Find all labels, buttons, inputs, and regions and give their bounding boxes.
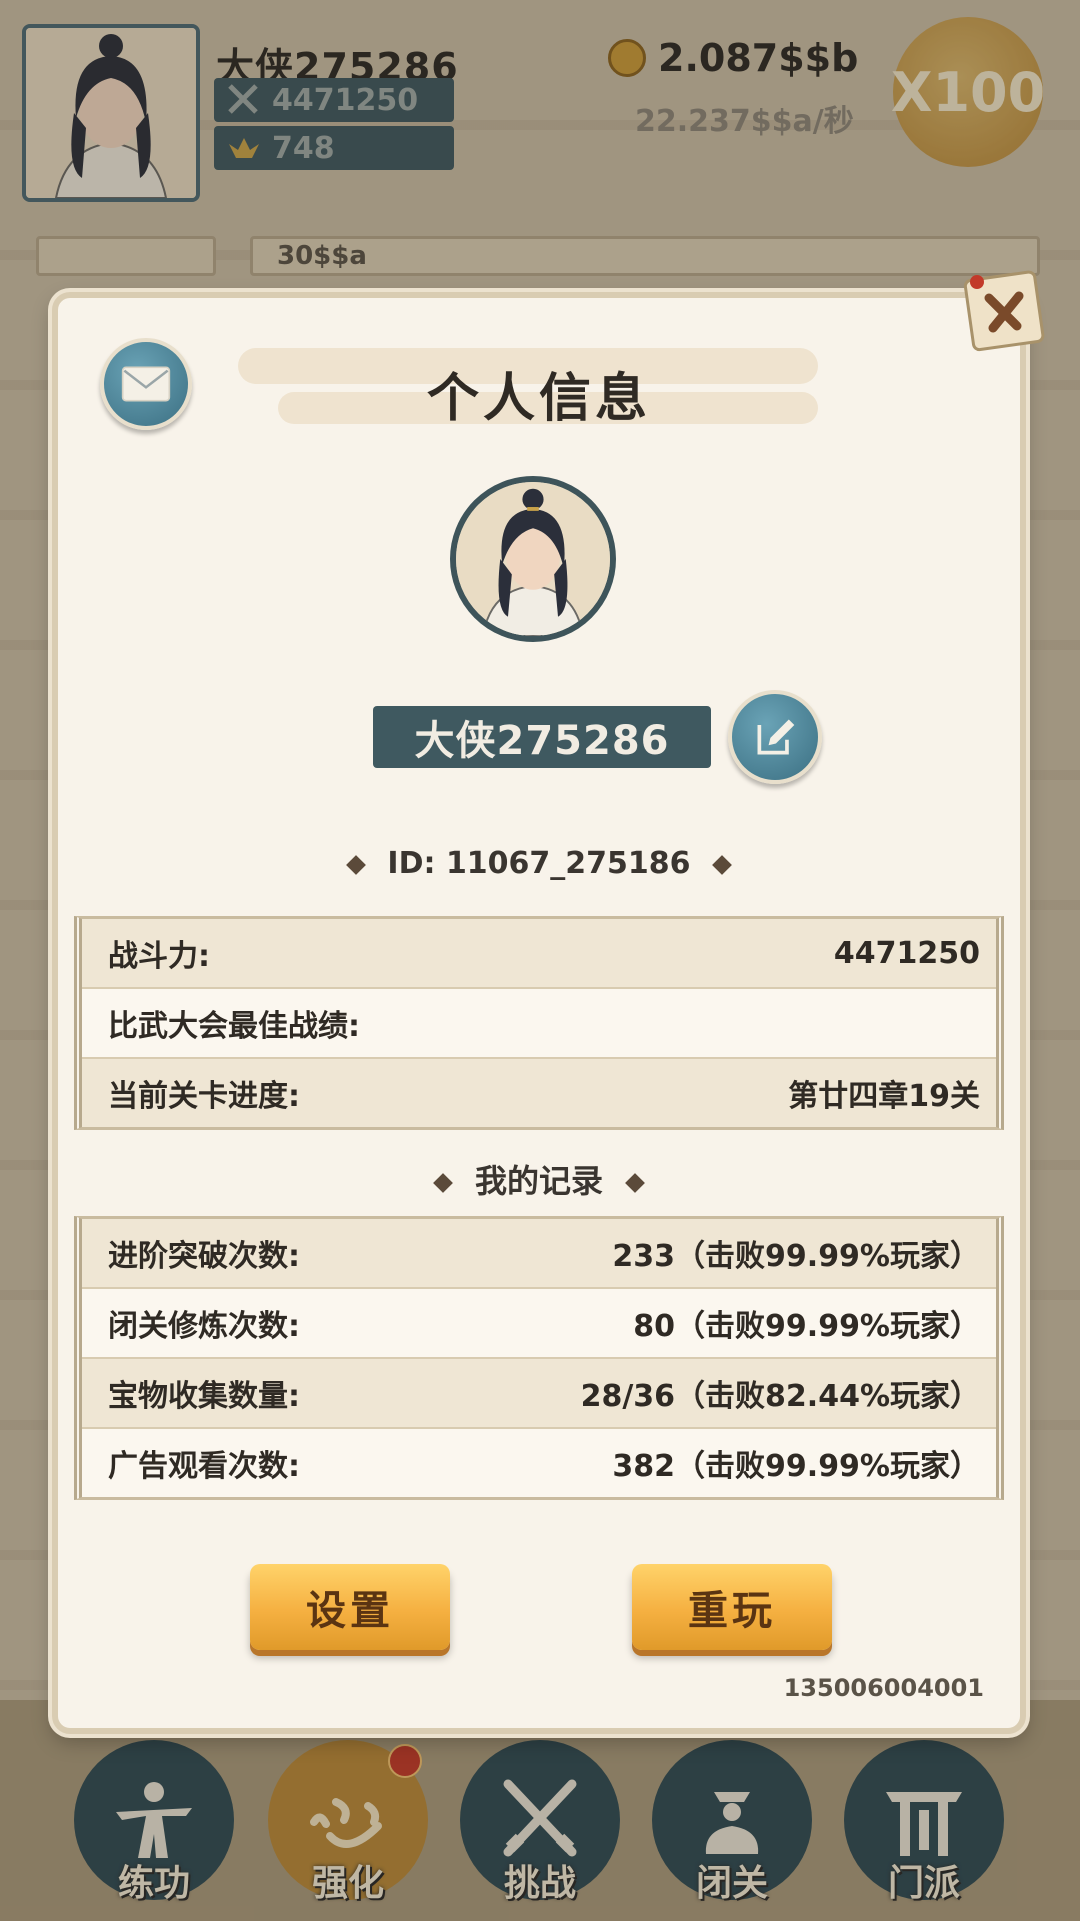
stat-row: 战斗力: 4471250 — [82, 919, 996, 989]
stat-value: 4471250 — [833, 935, 980, 971]
record-row: 广告观看次数: 382（击败99.99%玩家） — [82, 1429, 996, 1497]
player-name-plate: 大侠275286 — [373, 706, 711, 768]
record-label: 闭关修炼次数: — [108, 1309, 300, 1344]
stat-row: 比武大会最佳战绩: — [82, 989, 996, 1059]
records-title: 我的记录 — [474, 1162, 603, 1200]
record-row: 闭关修炼次数: 80（击败99.99%玩家） — [82, 1289, 996, 1359]
stat-label: 当前关卡进度: — [108, 1079, 300, 1114]
stat-label: 战斗力: — [108, 939, 210, 974]
close-button[interactable] — [955, 262, 1051, 358]
player-id: ID: 11067_275186 — [58, 846, 1020, 881]
record-value: 80（击败99.99%玩家） — [633, 1309, 980, 1344]
record-label: 广告观看次数: — [108, 1449, 300, 1484]
edit-pen-icon — [757, 719, 795, 755]
diamond-icon — [625, 1173, 646, 1193]
stat-label: 比武大会最佳战绩: — [108, 1009, 360, 1044]
close-icon — [963, 270, 1045, 352]
build-number: 135006004001 — [783, 1674, 984, 1702]
records-heading: 我的记录 — [58, 1156, 1020, 1202]
record-label: 进阶突破次数: — [108, 1239, 300, 1274]
records-panel: 进阶突破次数: 233（击败99.99%玩家） 闭关修炼次数: 80（击败99.… — [74, 1216, 1004, 1500]
edit-name-button[interactable] — [728, 690, 822, 784]
replay-button[interactable]: 重玩 — [632, 1564, 832, 1650]
profile-dialog: 个人信息 大侠275286 ID: 11067_275186 战斗力: 4471… — [52, 292, 1026, 1734]
stat-value: 第廿四章19关 — [788, 1079, 980, 1114]
record-row: 宝物收集数量: 28/36（击败82.44%玩家） — [82, 1359, 996, 1429]
record-value: 382（击败99.99%玩家） — [612, 1449, 980, 1484]
stats-panel: 战斗力: 4471250 比武大会最佳战绩: 当前关卡进度: 第廿四章19关 — [74, 916, 1004, 1130]
diamond-icon — [712, 854, 732, 875]
diamond-icon — [432, 1173, 453, 1193]
record-value: 233（击败99.99%玩家） — [612, 1239, 980, 1274]
id-label: ID: — [387, 846, 436, 881]
diamond-icon — [346, 854, 366, 875]
dialog-title: 个人信息 — [426, 369, 651, 429]
record-label: 宝物收集数量: — [108, 1379, 300, 1414]
id-value: 11067_275186 — [445, 846, 691, 881]
profile-portrait — [450, 476, 616, 642]
settings-button[interactable]: 设置 — [250, 1564, 450, 1650]
record-value: 28/36（击败82.44%玩家） — [580, 1379, 980, 1414]
record-row: 进阶突破次数: 233（击败99.99%玩家） — [82, 1219, 996, 1289]
stat-row: 当前关卡进度: 第廿四章19关 — [82, 1059, 996, 1127]
